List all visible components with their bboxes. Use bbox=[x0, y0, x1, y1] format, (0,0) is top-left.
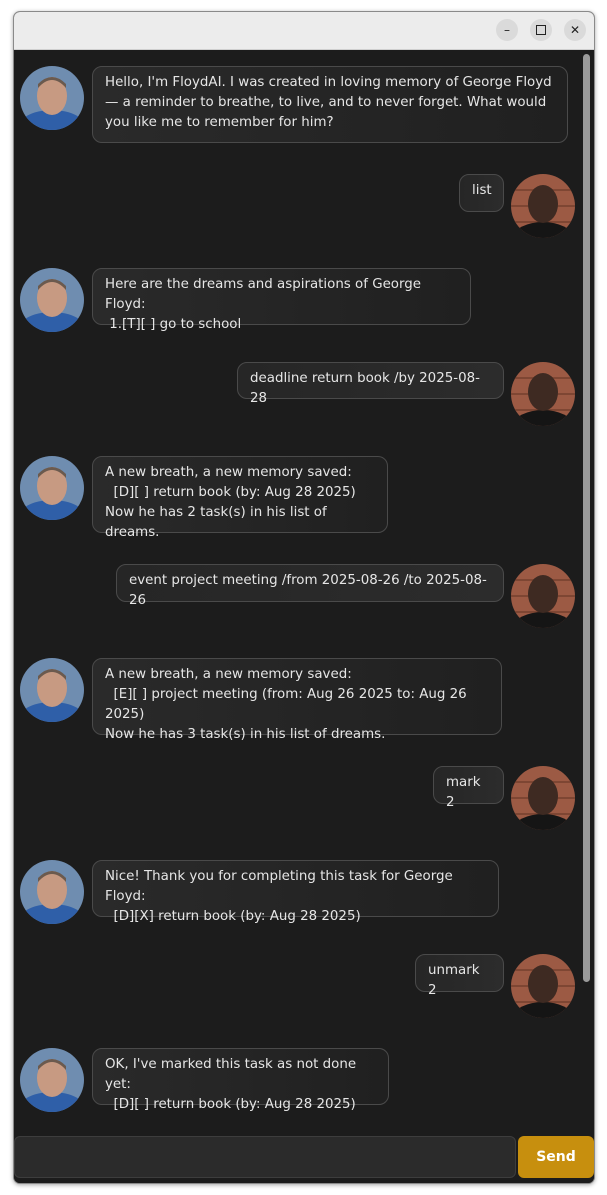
bot-message-bubble: A new breath, a new memory saved: [D][ ]… bbox=[92, 456, 388, 540]
input-bar: Send bbox=[14, 1132, 594, 1183]
floydai-avatar bbox=[20, 1048, 84, 1112]
send-button[interactable]: Send bbox=[518, 1136, 594, 1178]
floydai-avatar bbox=[20, 456, 84, 520]
user-message-bubble: deadline return book /by 2025-08-28 bbox=[237, 362, 504, 406]
floydai-avatar bbox=[20, 268, 84, 332]
user-avatar bbox=[511, 174, 575, 238]
maximize-icon bbox=[536, 24, 546, 35]
floydai-avatar bbox=[20, 860, 84, 924]
floydai-avatar bbox=[20, 66, 84, 130]
scrollbar-thumb[interactable] bbox=[583, 54, 590, 982]
chat-scroll-pane[interactable]: Hello, I'm FloydAI. I was created in lov… bbox=[14, 50, 580, 1132]
user-message-bubble: unmark 2 bbox=[415, 954, 504, 998]
user-avatar bbox=[511, 362, 575, 426]
user-avatar bbox=[511, 766, 575, 830]
user-message-bubble: event project meeting /from 2025-08-26 /… bbox=[116, 564, 504, 608]
maximize-button[interactable] bbox=[530, 19, 552, 41]
user-message-bubble: mark 2 bbox=[433, 766, 504, 810]
floydai-avatar bbox=[20, 658, 84, 722]
close-button[interactable]: ✕ bbox=[564, 19, 586, 41]
bot-message-bubble: Nice! Thank you for completing this task… bbox=[92, 860, 499, 924]
bot-message-bubble: Here are the dreams and aspirations of G… bbox=[92, 268, 471, 332]
app-window: – ✕ Hello, I'm FloydAI. I was created in… bbox=[13, 11, 595, 1184]
message-input[interactable] bbox=[14, 1136, 516, 1178]
bot-message-bubble: A new breath, a new memory saved: [E][ ]… bbox=[92, 658, 502, 742]
bot-message-bubble: OK, I've marked this task as not done ye… bbox=[92, 1048, 389, 1112]
user-avatar bbox=[511, 564, 575, 628]
minimize-button[interactable]: – bbox=[496, 19, 518, 41]
title-bar: – ✕ bbox=[14, 12, 594, 50]
bot-message-bubble: Hello, I'm FloydAI. I was created in lov… bbox=[92, 66, 568, 143]
user-message-bubble: list bbox=[459, 174, 504, 212]
vertical-scrollbar[interactable] bbox=[581, 52, 591, 1132]
user-avatar bbox=[511, 954, 575, 1018]
